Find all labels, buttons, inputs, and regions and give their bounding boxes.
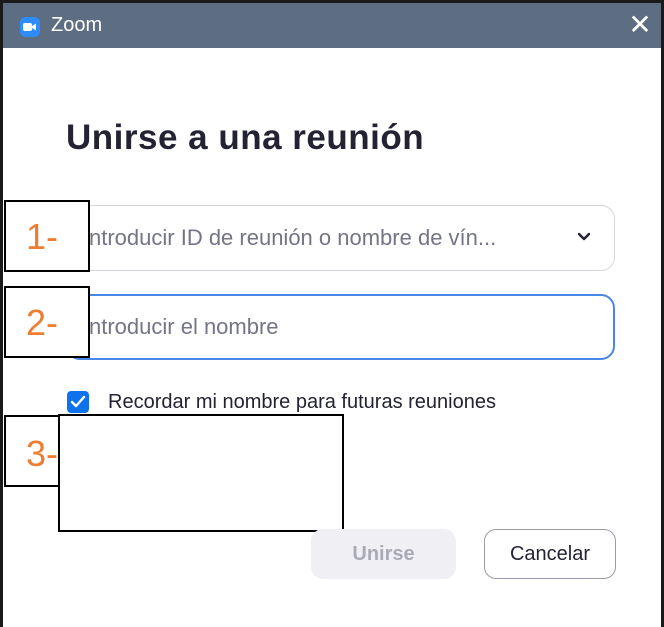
annotation-label-1: 1- (26, 216, 59, 257)
annotation-blank-box (58, 414, 344, 532)
cancel-button[interactable]: Cancelar (484, 529, 616, 579)
annotation-box-2: 2- (4, 286, 90, 358)
close-icon[interactable]: ✕ (625, 11, 655, 41)
join-button[interactable]: Unirse (311, 529, 456, 579)
meeting-id-input[interactable]: ntroducir ID de reunión o nombre de vín.… (66, 205, 615, 271)
annotation-box-1: 1- (4, 200, 90, 272)
meeting-id-placeholder: ntroducir ID de reunión o nombre de vín.… (89, 225, 497, 250)
name-input[interactable]: ntroducir el nombre (66, 294, 615, 360)
checkmark-icon (70, 395, 86, 408)
dialog-heading: Unirse a una reunión (66, 118, 425, 157)
zoom-camera-icon (20, 17, 40, 37)
window-title: Zoom (51, 14, 103, 36)
title-bar: Zoom ✕ (0, 0, 664, 48)
remember-name-label[interactable]: Recordar mi nombre para futuras reunione… (108, 391, 496, 414)
annotation-label-2: 2- (26, 302, 59, 343)
annotation-label-3: 3- (26, 433, 59, 474)
remember-name-checkbox[interactable] (67, 391, 89, 413)
name-placeholder: ntroducir el nombre (89, 314, 279, 339)
chevron-down-icon[interactable] (576, 231, 592, 243)
